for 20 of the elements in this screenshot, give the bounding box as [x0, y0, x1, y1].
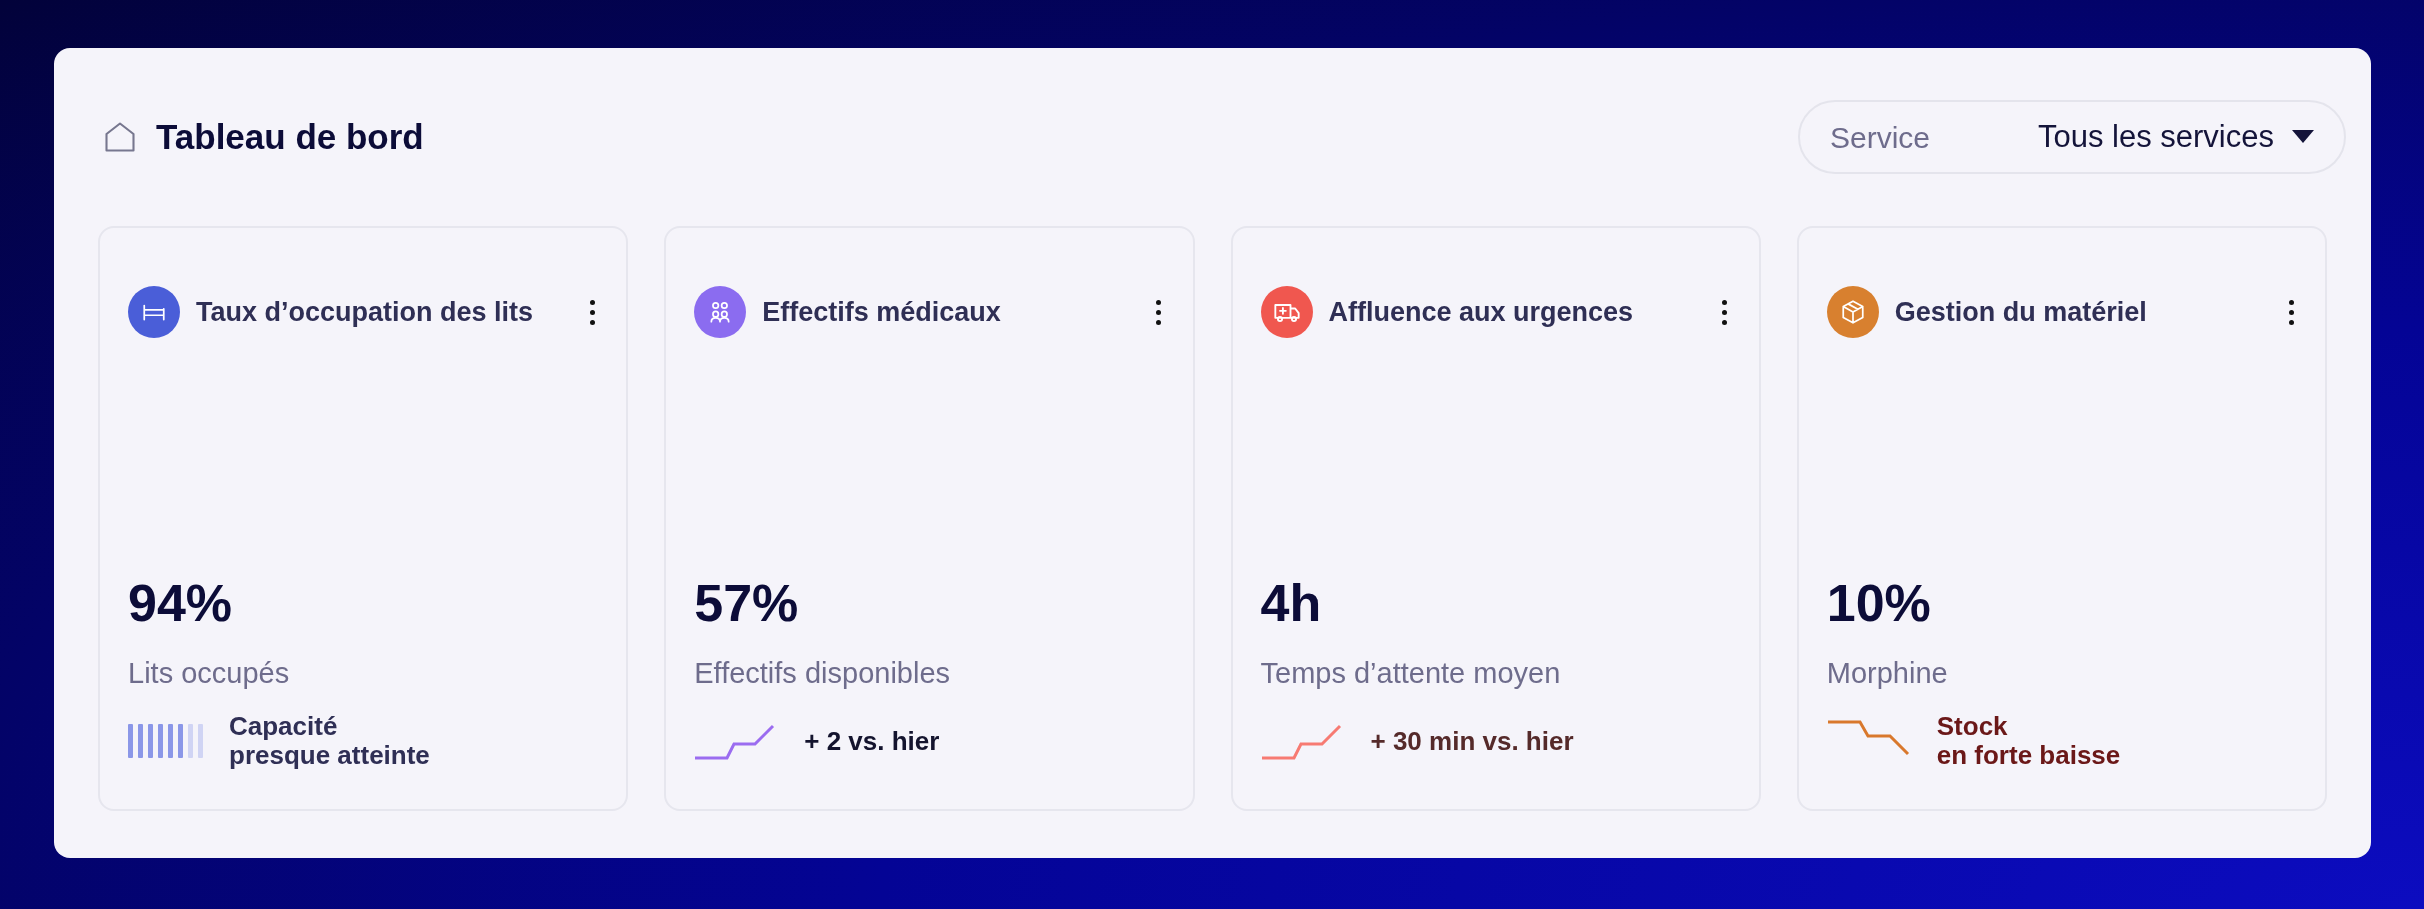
kpi-value: 94% — [128, 576, 234, 629]
kpi-value: 57% — [694, 576, 800, 629]
card-title: Effectifs médicaux — [762, 295, 1002, 329]
trend-note: Capacité presque atteinte — [229, 712, 430, 770]
service-dropdown[interactable]: Service Tous les services — [1797, 100, 2346, 174]
kpi-caption: Morphine — [1826, 655, 1949, 691]
kpi-value: 10% — [1826, 576, 1932, 629]
box-icon — [1839, 299, 1866, 325]
caret-icon — [2292, 130, 2314, 144]
trend-note: + 2 vs. hier — [804, 726, 940, 756]
card-title: Taux d’occupation des lits — [196, 295, 535, 329]
kpi-caption: Temps d’attente moyen — [1260, 655, 1562, 691]
kpi-caption: Effectifs disponibles — [694, 655, 952, 691]
trend-note: Stock en forte baisse — [1936, 712, 2121, 770]
kpi-caption: Lits occupés — [128, 655, 291, 691]
trend-note: + 30 min vs. hier — [1370, 726, 1574, 756]
page-title: Tableau de bord — [156, 115, 424, 158]
kpi-value: 4h — [1260, 576, 1323, 629]
card-title: Affluence aux urgences — [1328, 295, 1635, 329]
card-title: Gestion du matériel — [1894, 295, 2148, 329]
